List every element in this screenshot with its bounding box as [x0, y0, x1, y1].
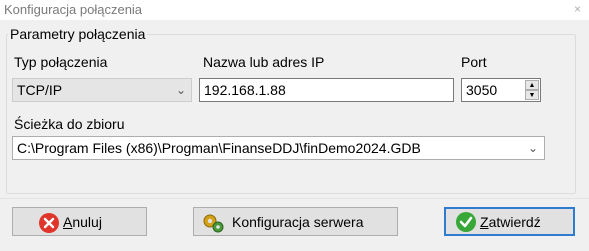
cancel-x-icon: [39, 213, 59, 233]
dialog-body: Parametry połączenia Typ połączenia TCP/…: [0, 20, 589, 251]
database-path-value: C:\Program Files (x86)\Progman\FinanseDD…: [17, 140, 421, 156]
spin-up-icon[interactable]: ▲: [525, 80, 539, 90]
connection-type-value: TCP/IP: [17, 82, 63, 98]
port-value: 3050: [466, 82, 498, 98]
host-value: 192.168.1.88: [204, 82, 286, 98]
chevron-down-icon: ⌄: [175, 83, 187, 97]
connection-type-label: Typ połączenia: [14, 54, 108, 70]
spin-down-icon[interactable]: ▼: [525, 90, 539, 100]
database-path-label: Ścieżka do zbioru: [14, 116, 125, 132]
server-config-label: Konfiguracja serwera: [232, 214, 364, 230]
chevron-down-icon: ⌄: [527, 141, 539, 155]
host-label: Nazwa lub adres IP: [203, 54, 325, 70]
close-icon[interactable]: ×: [574, 2, 581, 16]
host-input[interactable]: 192.168.1.88: [199, 78, 454, 102]
confirm-button[interactable]: Zatwierdź: [444, 207, 575, 236]
cancel-label: Anuluj: [63, 214, 102, 230]
confirm-label: Zatwierdź: [480, 214, 541, 230]
group-legend: Parametry połączenia: [8, 26, 148, 42]
separator: [0, 198, 589, 199]
connection-type-select[interactable]: TCP/IP ⌄: [12, 78, 192, 102]
window-title: Konfiguracja połączenia: [4, 2, 143, 17]
port-label: Port: [461, 54, 487, 70]
database-path-combo[interactable]: C:\Program Files (x86)\Progman\FinanseDD…: [12, 136, 545, 160]
check-icon: [456, 212, 476, 232]
server-config-button[interactable]: Konfiguracja serwera: [193, 207, 398, 236]
port-spinner[interactable]: 3050 ▲ ▼: [461, 78, 541, 102]
cancel-button[interactable]: Anuluj: [12, 207, 147, 236]
gears-icon: [202, 213, 224, 233]
title-bar[interactable]: Konfiguracja połączenia ×: [0, 0, 589, 20]
